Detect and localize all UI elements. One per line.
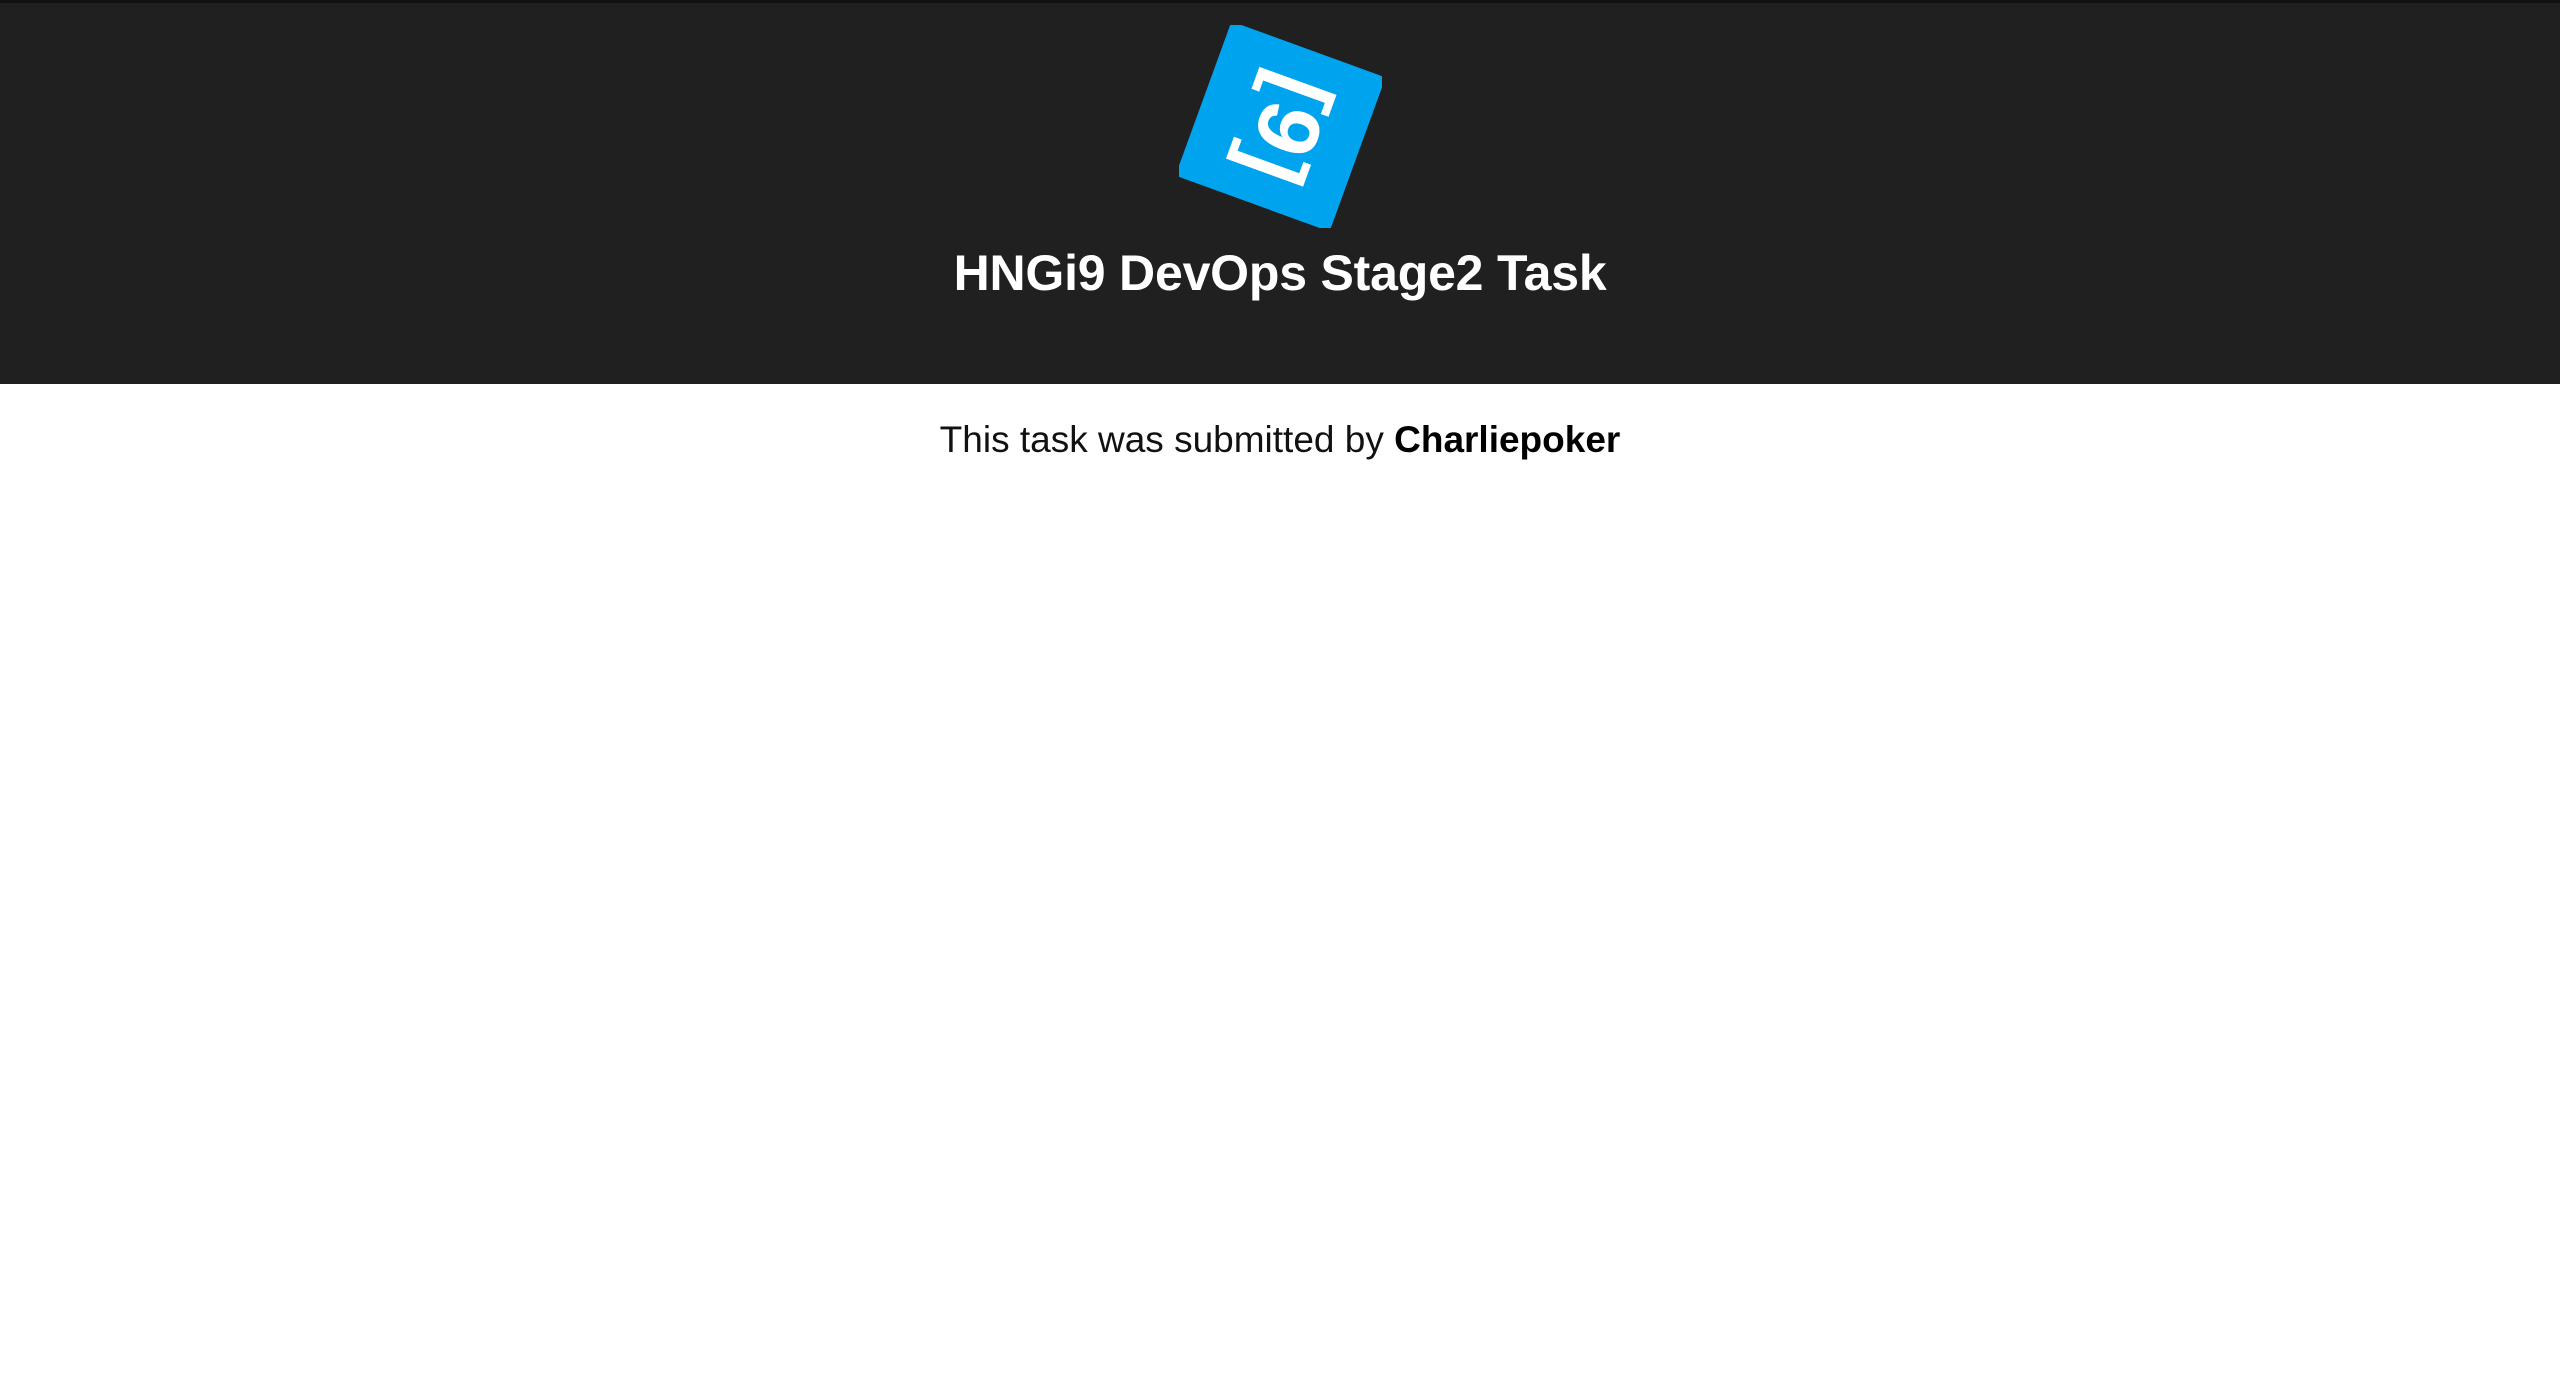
submitter-name: Charliepoker	[1394, 419, 1621, 460]
page: [9] HNGi9 DevOps Stage2 Task This task w…	[0, 0, 2560, 1378]
header-banner: [9] HNGi9 DevOps Stage2 Task	[0, 0, 2560, 384]
submission-text: This task was submitted by Charliepoker	[0, 410, 2560, 470]
hng-i9-logo-icon: [9]	[1179, 25, 1382, 228]
submission-prefix: This task was submitted by	[939, 419, 1395, 460]
page-title: HNGi9 DevOps Stage2 Task	[953, 245, 1607, 301]
